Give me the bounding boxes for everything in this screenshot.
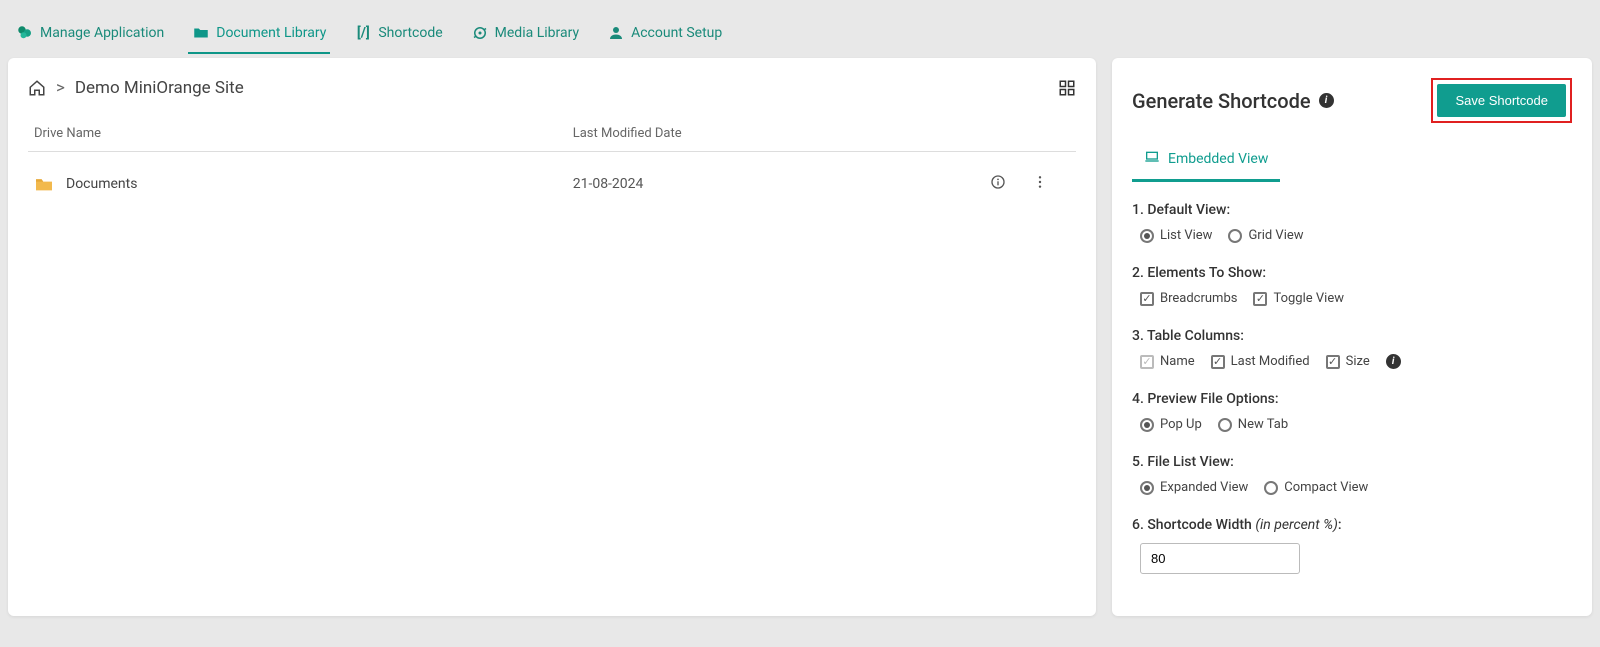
tab-media-library[interactable]: Media Library (467, 16, 583, 54)
radio-icon (1140, 418, 1154, 432)
tab-label: Shortcode (378, 25, 442, 41)
save-highlight: Save Shortcode (1431, 78, 1572, 123)
radio-list-view[interactable]: List View (1140, 228, 1212, 243)
section-width-label: 6. Shortcode Width (in percent %): (1132, 517, 1572, 533)
view-tab-label: Embedded View (1168, 151, 1268, 167)
breadcrumb-separator: > (56, 78, 65, 98)
laptop-icon (1144, 149, 1160, 169)
breadcrumb-site[interactable]: Demo MiniOrange Site (75, 78, 244, 98)
check-toggle-view[interactable]: Toggle View (1253, 291, 1344, 306)
tab-document-library[interactable]: Document Library (188, 16, 330, 54)
row-name: Documents (66, 176, 137, 192)
folder-icon (34, 176, 54, 192)
info-icon[interactable] (990, 174, 1006, 194)
section-filelist-label: 5. File List View: (1132, 454, 1572, 470)
radio-expanded-view[interactable]: Expanded View (1140, 480, 1248, 495)
generate-shortcode-title: Generate Shortcode i (1132, 89, 1334, 113)
save-shortcode-button[interactable]: Save Shortcode (1437, 84, 1566, 117)
breadcrumb: > Demo MiniOrange Site (28, 78, 244, 98)
checkbox-icon (1140, 355, 1154, 369)
row-date: 21-08-2024 (573, 176, 946, 192)
column-header-name: Drive Name (34, 126, 573, 141)
top-tabs: Manage Application Document Library [/] … (8, 0, 1592, 54)
radio-compact-view[interactable]: Compact View (1264, 480, 1368, 495)
radio-icon (1228, 229, 1242, 243)
radio-icon (1140, 229, 1154, 243)
info-icon[interactable]: i (1319, 93, 1334, 108)
tab-shortcode[interactable]: [/] Shortcode (350, 16, 446, 54)
document-library-panel: > Demo MiniOrange Site Drive Name Last M… (8, 58, 1096, 616)
home-icon[interactable] (28, 79, 46, 97)
section-columns-label: 3. Table Columns: (1132, 328, 1572, 344)
radio-icon (1218, 418, 1232, 432)
table-header: Drive Name Last Modified Date (28, 116, 1076, 152)
tab-manage-application[interactable]: Manage Application (12, 16, 168, 54)
checkbox-icon (1326, 355, 1340, 369)
tab-label: Media Library (495, 25, 579, 41)
radio-popup[interactable]: Pop Up (1140, 417, 1202, 432)
checkbox-icon (1140, 292, 1154, 306)
shortcode-icon: [/] (354, 24, 372, 42)
radio-new-tab[interactable]: New Tab (1218, 417, 1288, 432)
more-options-icon[interactable] (1032, 174, 1048, 194)
folder-icon (192, 24, 210, 42)
radio-grid-view[interactable]: Grid View (1228, 228, 1303, 243)
check-last-modified[interactable]: Last Modified (1211, 354, 1310, 369)
column-header-date: Last Modified Date (573, 126, 946, 141)
sharepoint-icon (16, 24, 34, 42)
tab-label: Manage Application (40, 25, 164, 41)
user-icon (607, 24, 625, 42)
checkbox-icon (1253, 292, 1267, 306)
generate-shortcode-panel: Generate Shortcode i Save Shortcode Embe… (1112, 58, 1592, 616)
section-default-view-label: 1. Default View: (1132, 202, 1572, 218)
shortcode-width-input[interactable] (1140, 543, 1300, 574)
tab-label: Document Library (216, 25, 326, 41)
radio-icon (1140, 481, 1154, 495)
tab-account-setup[interactable]: Account Setup (603, 16, 726, 54)
section-preview-label: 4. Preview File Options: (1132, 391, 1572, 407)
check-size[interactable]: Size (1326, 354, 1370, 369)
grid-view-toggle-icon[interactable] (1058, 79, 1076, 97)
check-name[interactable]: Name (1140, 354, 1195, 369)
info-icon[interactable]: i (1386, 354, 1401, 369)
tab-embedded-view[interactable]: Embedded View (1132, 139, 1280, 182)
table-row[interactable]: Documents 21-08-2024 (28, 152, 1076, 216)
checkbox-icon (1211, 355, 1225, 369)
tab-label: Account Setup (631, 25, 722, 41)
media-icon (471, 24, 489, 42)
section-elements-label: 2. Elements To Show: (1132, 265, 1572, 281)
check-breadcrumbs[interactable]: Breadcrumbs (1140, 291, 1237, 306)
radio-icon (1264, 481, 1278, 495)
